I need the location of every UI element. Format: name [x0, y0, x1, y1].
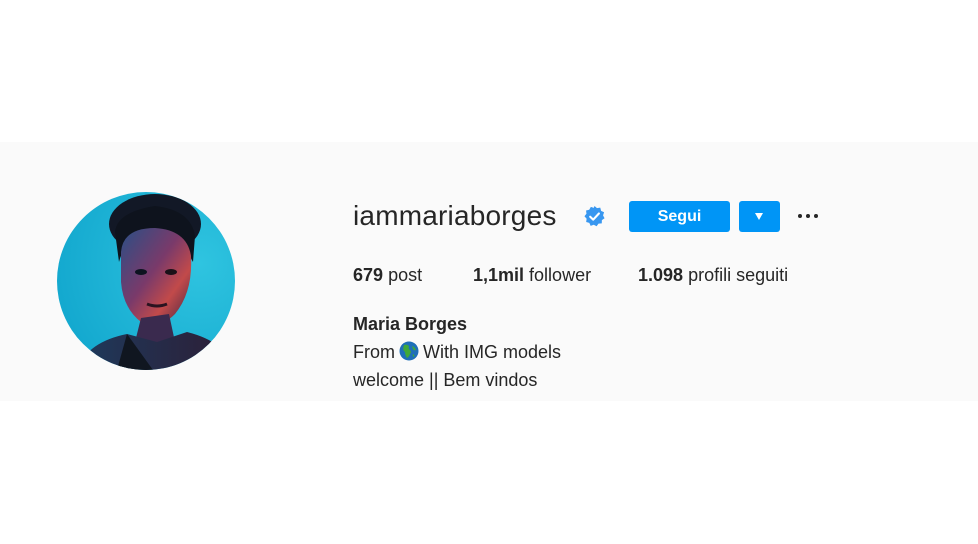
- verified-badge-icon: [584, 205, 605, 227]
- bio-line-1-suffix: With IMG models: [423, 342, 562, 362]
- following-label: profili seguiti: [688, 265, 789, 285]
- more-options-icon: [798, 214, 802, 218]
- followers-stat[interactable]: 1,1mil follower: [473, 263, 591, 287]
- more-options-button[interactable]: [796, 205, 822, 227]
- profile-avatar[interactable]: [57, 192, 235, 370]
- posts-stat[interactable]: 679 post: [353, 263, 422, 287]
- suggestions-dropdown-button[interactable]: [739, 201, 780, 232]
- bio-line-1: From With IMG models: [353, 340, 561, 364]
- following-count: 1.098: [638, 265, 684, 285]
- following-stat[interactable]: 1.098 profili seguiti: [638, 263, 788, 287]
- profile-full-name: Maria Borges: [353, 314, 468, 334]
- bio-line-1-prefix: From: [353, 342, 395, 362]
- posts-label: post: [388, 265, 423, 285]
- caret-down-icon: [755, 213, 763, 220]
- followers-count: 1,1mil: [473, 265, 525, 285]
- globe-icon: [399, 341, 419, 361]
- posts-count: 679: [353, 265, 384, 285]
- follow-button[interactable]: Segui: [629, 201, 730, 232]
- followers-label: follower: [529, 265, 592, 285]
- profile-username: iammariaborges: [353, 200, 557, 231]
- bio-line-2: welcome || Bem vindos: [353, 370, 538, 390]
